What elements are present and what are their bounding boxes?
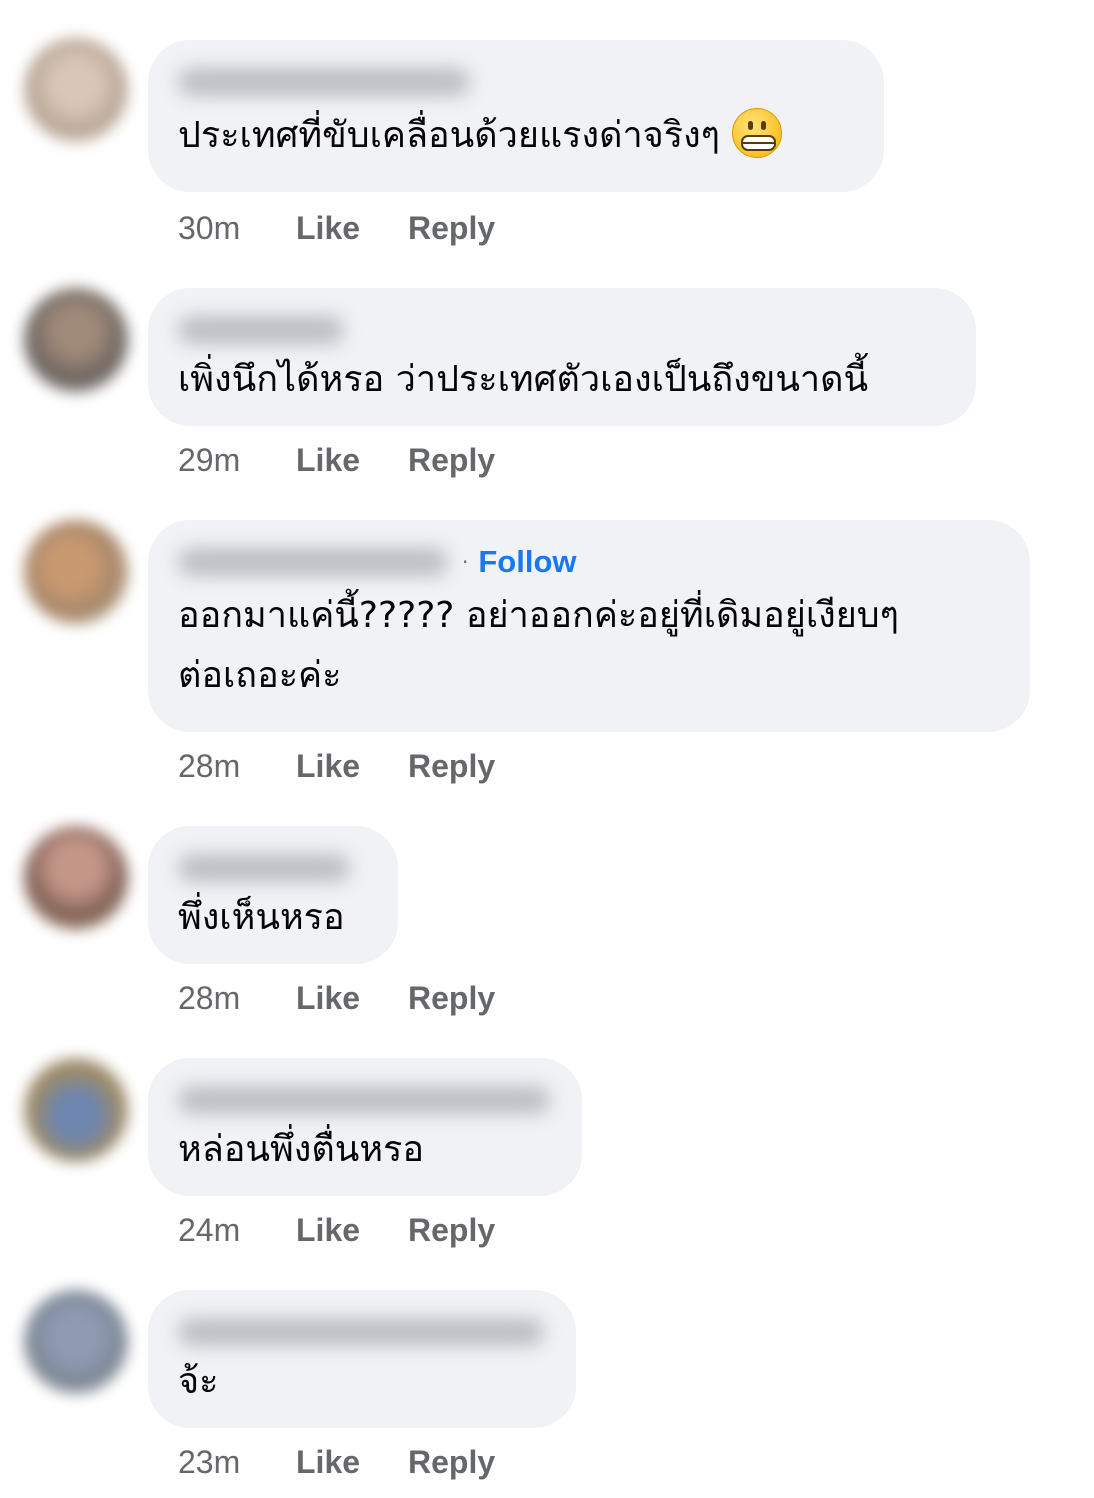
comment-text-line: ประเทศที่ขับเคลื่อนด้วยแรงด่าจริงๆ: [178, 115, 721, 156]
grimacing-face-icon: [732, 108, 783, 158]
like-button[interactable]: Like: [296, 1444, 408, 1481]
commenter-name-blurred[interactable]: [178, 316, 344, 344]
comment-text-line: พึ่งเห็นหรอ: [178, 897, 345, 938]
commenter-name-row: [178, 848, 366, 888]
comment-bubble: ประเทศที่ขับเคลื่อนด้วยแรงด่าจริงๆ: [148, 40, 884, 192]
comment-actions: 29m Like Reply: [178, 440, 495, 480]
comment-text: เพิ่งนึกได้หรอ ว่าประเทศตัวเองเป็นถึงขนา…: [178, 350, 944, 410]
comment-timestamp: 23m: [178, 1443, 241, 1480]
comment-timestamp: 28m: [178, 979, 241, 1016]
comment-timestamp: 30m: [178, 209, 241, 246]
like-button[interactable]: Like: [296, 442, 408, 479]
comment-timestamp: 24m: [178, 1211, 241, 1248]
comment-actions: 23m Like Reply: [178, 1442, 495, 1482]
comment-actions: 24m Like Reply: [178, 1210, 495, 1250]
commenter-name-row: [178, 310, 944, 350]
comment-text: พึ่งเห็นหรอ: [178, 888, 366, 948]
comment-timestamp: 28m: [178, 747, 241, 784]
comment-actions: 30m Like Reply: [178, 208, 495, 248]
commenter-name-blurred[interactable]: [178, 68, 470, 96]
reply-button[interactable]: Reply: [408, 210, 495, 247]
reply-button[interactable]: Reply: [408, 1212, 495, 1249]
avatar[interactable]: [24, 520, 128, 624]
like-button[interactable]: Like: [296, 210, 408, 247]
commenter-name-blurred[interactable]: [178, 1086, 550, 1114]
commenter-name-row: · Follow: [178, 542, 998, 582]
commenter-name-blurred[interactable]: [178, 548, 448, 576]
comment-text: ออกมาแค่นี้????? อย่าออกค่ะอยู่ที่เดิมอย…: [178, 586, 998, 706]
like-button[interactable]: Like: [296, 748, 408, 785]
comment-bubble: จ้ะ: [148, 1290, 576, 1428]
comment-text: จ้ะ: [178, 1352, 544, 1412]
comment-text-line: หล่อนพึ่งตื่นหรอ: [178, 1129, 425, 1170]
reply-button[interactable]: Reply: [408, 980, 495, 1017]
avatar[interactable]: [24, 288, 128, 392]
comment-actions: 28m Like Reply: [178, 978, 495, 1018]
avatar[interactable]: [24, 1290, 128, 1394]
commenter-name-blurred[interactable]: [178, 1318, 544, 1346]
comment-bubble: · Follow ออกมาแค่นี้????? อย่าออกค่ะอยู่…: [148, 520, 1030, 732]
reply-button[interactable]: Reply: [408, 1444, 495, 1481]
like-button[interactable]: Like: [296, 980, 408, 1017]
comment-text: หล่อนพึ่งตื่นหรอ: [178, 1120, 550, 1180]
comment-timestamp: 29m: [178, 441, 241, 478]
comment-text-line: เพิ่งนึกได้หรอ ว่าประเทศตัวเองเป็นถึงขนา…: [178, 359, 869, 400]
comment-bubble: หล่อนพึ่งตื่นหรอ: [148, 1058, 582, 1196]
reply-button[interactable]: Reply: [408, 442, 495, 479]
comment-actions: 28m Like Reply: [178, 746, 495, 786]
comment-bubble: พึ่งเห็นหรอ: [148, 826, 398, 964]
commenter-name-row: [178, 62, 852, 102]
avatar[interactable]: [24, 826, 128, 930]
reply-button[interactable]: Reply: [408, 748, 495, 785]
avatar[interactable]: [24, 38, 128, 142]
comment-text-line: จ้ะ: [178, 1361, 219, 1402]
comment-bubble: เพิ่งนึกได้หรอ ว่าประเทศตัวเองเป็นถึงขนา…: [148, 288, 976, 426]
commenter-name-row: [178, 1080, 550, 1120]
comment-text-line: ต่อเถอะค่ะ: [178, 655, 342, 696]
like-button[interactable]: Like: [296, 1212, 408, 1249]
follow-button[interactable]: Follow: [478, 544, 576, 580]
commenter-name-blurred[interactable]: [178, 854, 350, 882]
commenter-name-row: [178, 1312, 544, 1352]
comment-text: ประเทศที่ขับเคลื่อนด้วยแรงด่าจริงๆ: [178, 106, 852, 166]
comment-text-line: ออกมาแค่นี้????? อย่าออกค่ะอยู่ที่เดิมอย…: [178, 595, 899, 636]
avatar[interactable]: [24, 1058, 128, 1162]
separator-dot: ·: [462, 550, 469, 574]
